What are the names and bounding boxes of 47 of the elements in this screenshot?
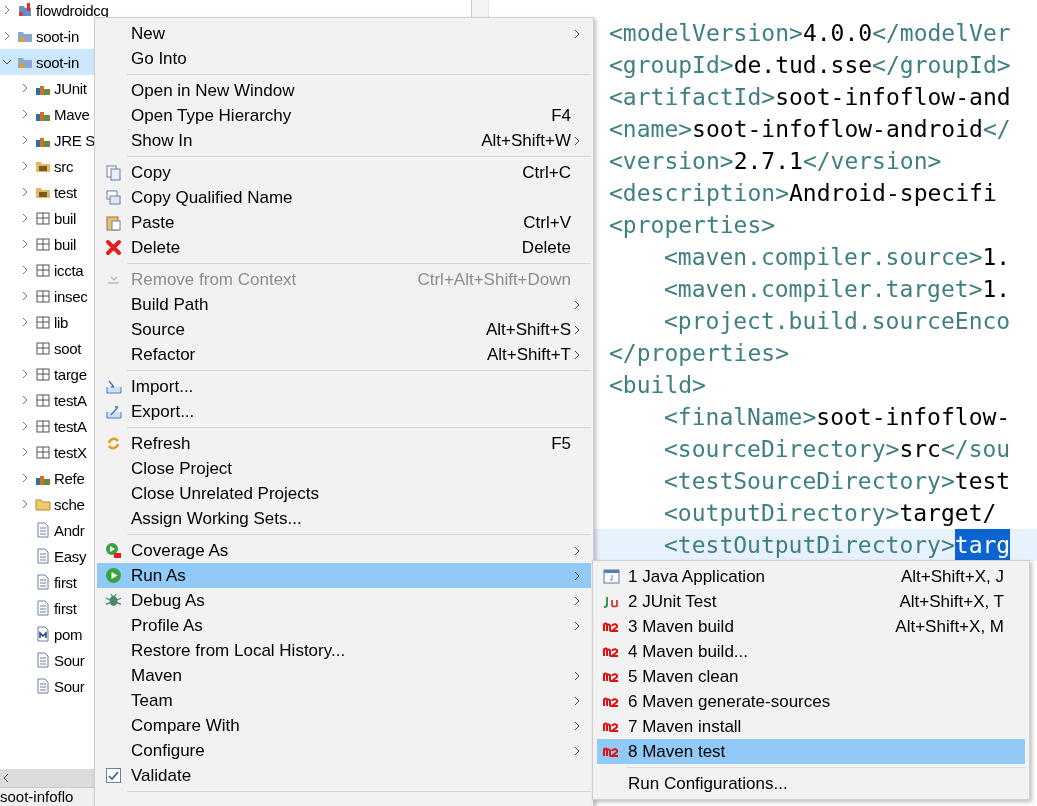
shortcut-label: F4 (551, 105, 571, 126)
code-text: soot-infoflow-android (692, 115, 983, 144)
code-text: <properties> (609, 211, 776, 240)
code-text: 1. (982, 243, 1011, 272)
code-text: 4.0.0 (802, 19, 873, 48)
shortcut-label: Ctrl+C (522, 162, 571, 183)
shortcut-label: Alt+Shift+X, J (901, 566, 1004, 587)
code-text: <testOutputDirectory> (664, 531, 955, 560)
shortcut-label: Alt+Shift+X, M (895, 616, 1004, 637)
code-text: <artifactId> (609, 83, 776, 112)
code-text: soot-infoflow-and (775, 83, 1011, 112)
code-text: <testSourceDirectory> (664, 467, 955, 496)
code-text: <sourceDirectory> (664, 435, 900, 464)
shortcut-label: Delete (521, 237, 571, 258)
code-text: </sou (940, 435, 1011, 464)
code-text: <description> (609, 179, 789, 208)
shortcut-label: Alt+Shift+S (485, 319, 571, 340)
code-text: <modelVersion> (609, 19, 803, 48)
code-text: <groupId> (609, 51, 734, 80)
code-text: <maven.compiler.target> (664, 275, 983, 304)
code-text: </modelVer (872, 19, 1011, 48)
shortcut-label: Alt+Shift+T (486, 344, 571, 365)
code-text: de.tud.sse (733, 51, 873, 80)
code-text: <outputDirectory> (664, 499, 900, 528)
code-text: target/ (899, 499, 997, 528)
code-text: <maven.compiler.source> (664, 243, 983, 272)
code-text: 1. (982, 275, 1011, 304)
code-text: 2.7.1 (733, 147, 803, 176)
code-text: </ (982, 115, 1011, 144)
code-text: soot-infoflow- (816, 403, 1011, 432)
code-text: src (899, 435, 941, 464)
shortcut-label: Alt+Shift+W (481, 130, 571, 151)
shortcut-label: F5 (551, 433, 571, 454)
code-text: </groupId> (872, 51, 1011, 80)
code-text: Android-specifi (789, 179, 997, 208)
code-text: test (954, 467, 1011, 496)
code-text: <version> (609, 147, 734, 176)
selected-text: targ (954, 529, 1011, 561)
shortcut-label: Alt+Shift+X, T (899, 591, 1004, 612)
code-text: <finalName> (664, 403, 817, 432)
code-text: <build> (609, 371, 706, 400)
shortcut-label: Ctrl+V (523, 212, 571, 233)
shortcut-label: Ctrl+Alt+Shift+Down (417, 269, 571, 290)
code-text: <project.build.sourceEnco (664, 307, 1011, 336)
code-text: </version> (802, 147, 942, 176)
code-text: </properties> (609, 339, 789, 368)
code-text: <name> (609, 115, 693, 144)
